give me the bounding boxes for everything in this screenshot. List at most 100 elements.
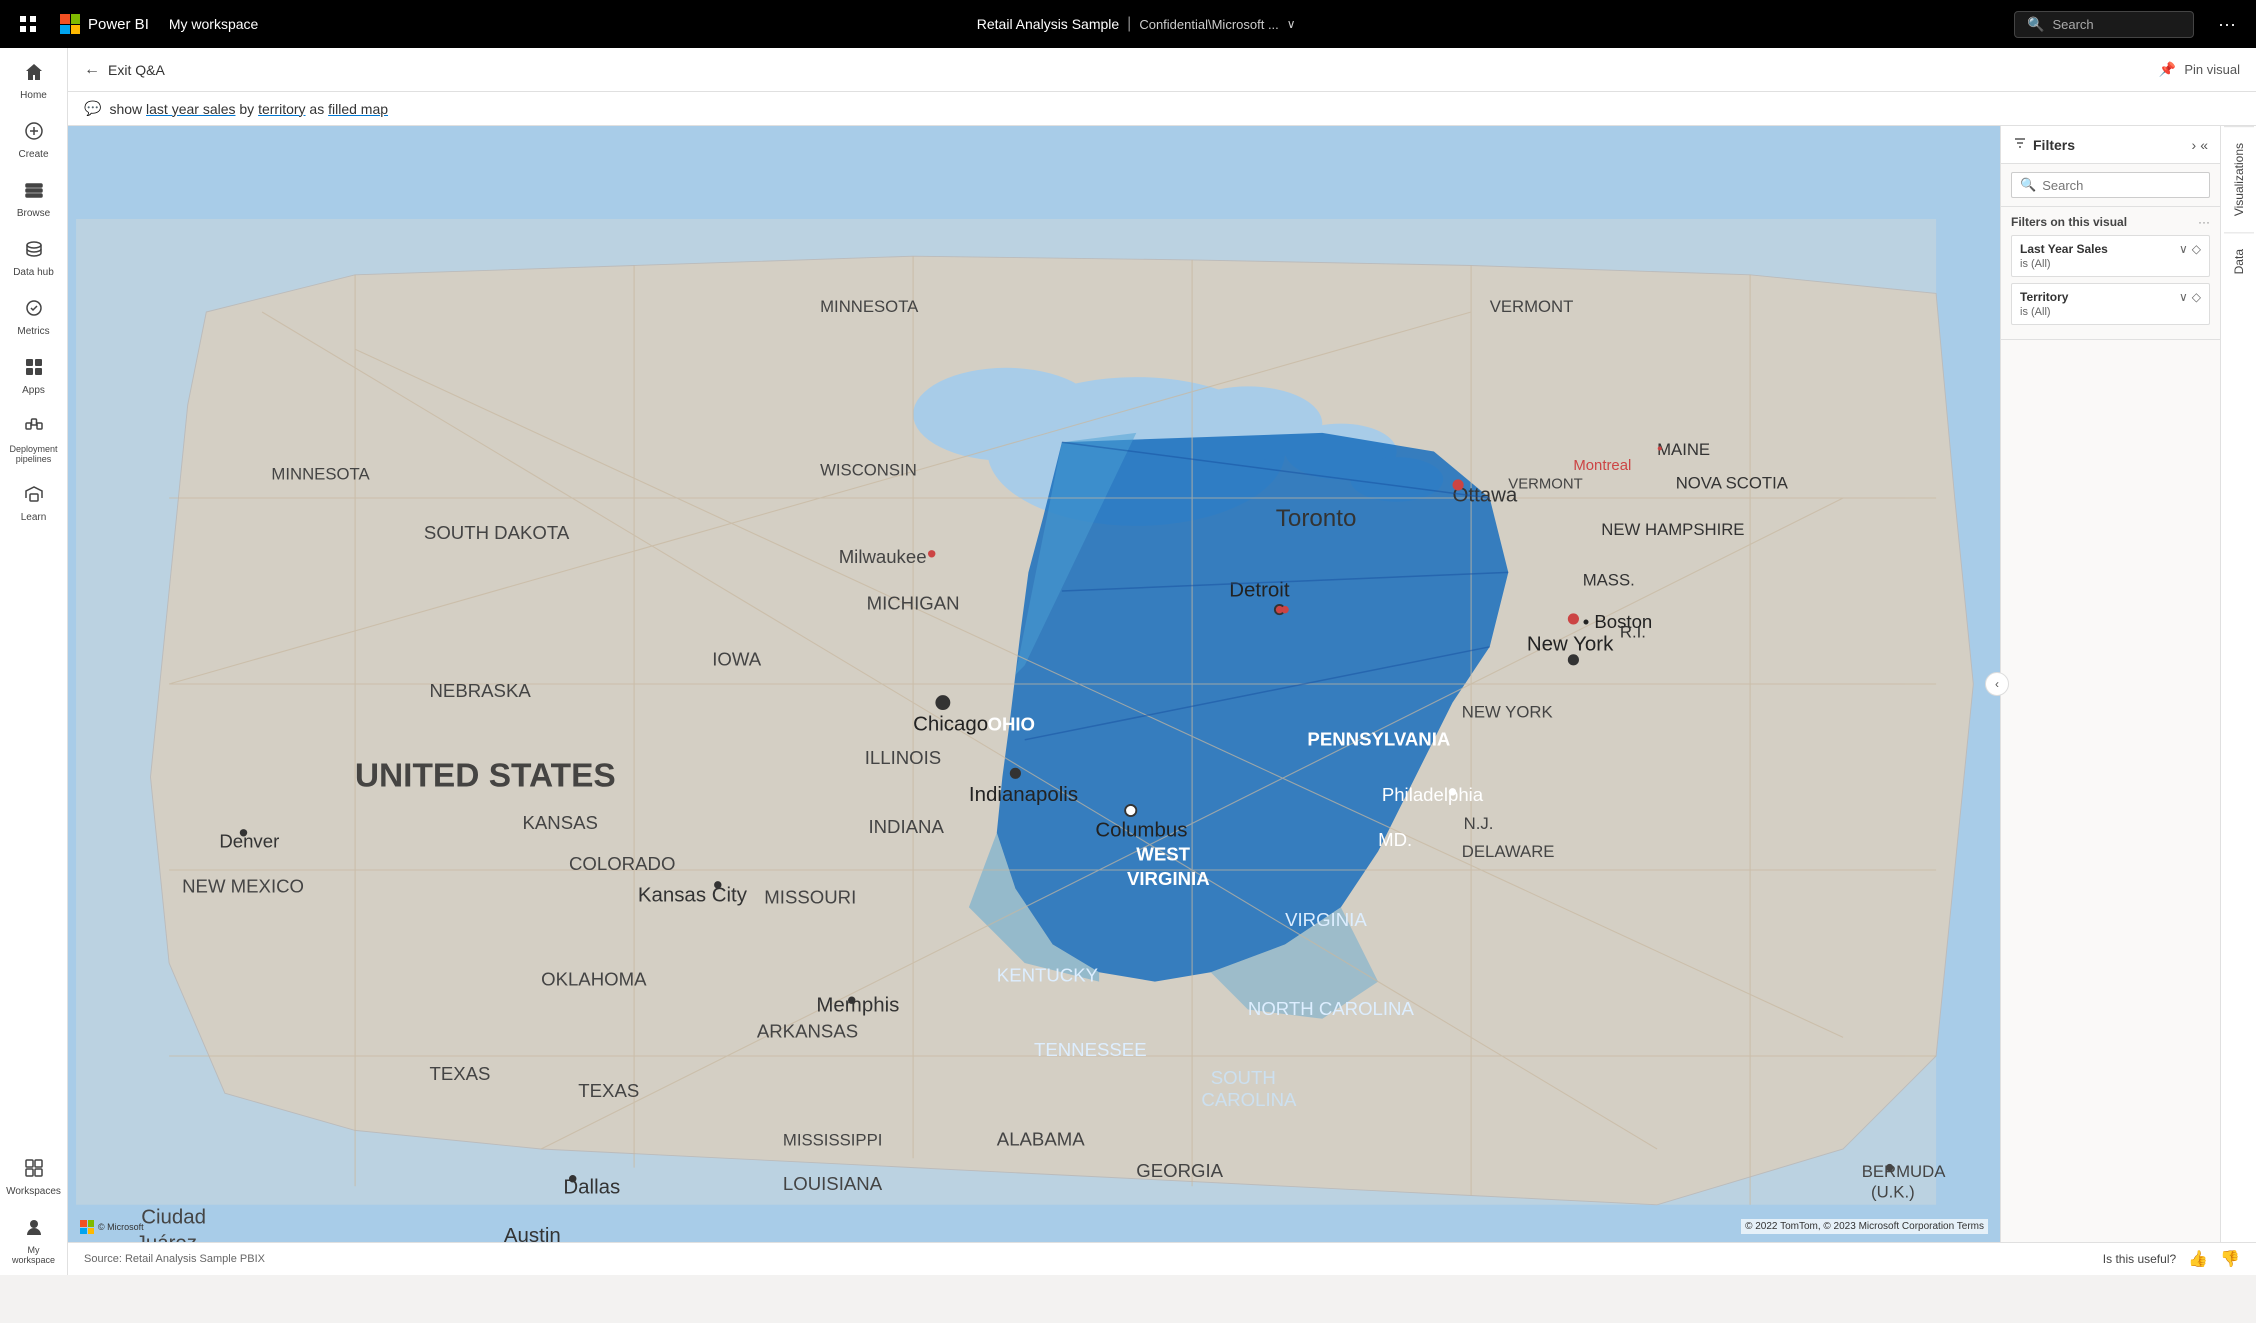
- sidebar-item-home[interactable]: Home: [0, 52, 67, 111]
- filter-edit-territory[interactable]: ◇: [2192, 290, 2201, 304]
- microsoft-logo: [60, 14, 80, 34]
- svg-text:R.I.: R.I.: [1620, 623, 1646, 642]
- visualizations-tab[interactable]: Visualizations: [2224, 126, 2254, 232]
- svg-text:(U.K.): (U.K.): [1871, 1182, 1915, 1201]
- sidebar-item-metrics[interactable]: Metrics: [0, 288, 67, 347]
- sidebar-item-label: Learn: [21, 512, 47, 523]
- panel-toggle[interactable]: ‹: [1985, 672, 2009, 696]
- svg-text:OKLAHOMA: OKLAHOMA: [541, 968, 647, 989]
- thumbs-up-button[interactable]: 👍: [2188, 1249, 2208, 1269]
- svg-text:MAINE: MAINE: [1657, 440, 1710, 459]
- map-copyright: © 2022 TomTom, © 2023 Microsoft Corporat…: [1741, 1219, 1988, 1234]
- thumbs-down-button[interactable]: 👎: [2220, 1249, 2240, 1269]
- source-text: Source: Retail Analysis Sample PBIX: [84, 1253, 265, 1265]
- more-button[interactable]: ···: [2210, 10, 2244, 39]
- svg-text:ARKANSAS: ARKANSAS: [757, 1020, 858, 1041]
- filter-chevron-territory[interactable]: ∨: [2179, 290, 2188, 304]
- topbar-search[interactable]: 🔍 Search: [2014, 11, 2194, 38]
- sidebar-item-label: Workspaces: [6, 1186, 61, 1197]
- topbar: Power BI My workspace Retail Analysis Sa…: [0, 0, 2256, 48]
- svg-text:NEW YORK: NEW YORK: [1462, 702, 1553, 721]
- sidebar-item-label: Browse: [17, 208, 50, 219]
- learn-icon: [24, 484, 44, 508]
- content-area: UNITED STATES Chicago Indianapolis Colum…: [68, 126, 2256, 1242]
- filters-section-more[interactable]: ···: [2198, 215, 2210, 229]
- search-label: Search: [2052, 17, 2093, 32]
- workspaces-icon: [24, 1158, 44, 1182]
- filters-search-box[interactable]: 🔍: [2011, 172, 2210, 198]
- map-svg: UNITED STATES Chicago Indianapolis Colum…: [68, 126, 2000, 1242]
- svg-text:WEST: WEST: [1136, 844, 1190, 865]
- filters-title: Filters: [2033, 137, 2075, 153]
- pin-label: Pin visual: [2184, 62, 2240, 77]
- svg-text:New York: New York: [1527, 633, 1614, 656]
- svg-text:Denver: Denver: [219, 831, 279, 852]
- filters-header: Filters › «: [2001, 126, 2220, 164]
- sidebar-item-label: Metrics: [17, 326, 49, 337]
- svg-text:GEORGIA: GEORGIA: [1136, 1160, 1223, 1181]
- svg-text:NEW HAMPSHIRE: NEW HAMPSHIRE: [1601, 520, 1744, 539]
- workspace-label[interactable]: My workspace: [169, 16, 258, 32]
- svg-text:IOWA: IOWA: [712, 648, 761, 669]
- svg-text:Milwaukee: Milwaukee: [839, 546, 927, 567]
- subheader: ← Exit Q&A 📌 Pin visual: [68, 48, 2256, 92]
- filters-search-container: 🔍: [2001, 164, 2220, 207]
- sidebar-item-browse[interactable]: Browse: [0, 170, 67, 229]
- subtitle-chevron[interactable]: ∨: [1287, 17, 1296, 31]
- svg-text:BERMUDA: BERMUDA: [1862, 1162, 1947, 1181]
- svg-text:UNITED STATES: UNITED STATES: [355, 757, 616, 794]
- filters-panel: ‹ Filters › « 🔍: [2000, 126, 2220, 1242]
- svg-text:Philadelphia: Philadelphia: [1382, 784, 1484, 805]
- waffle-menu[interactable]: [12, 8, 44, 40]
- sidebar-item-create[interactable]: Create: [0, 111, 67, 170]
- svg-text:CAROLINA: CAROLINA: [1201, 1089, 1297, 1110]
- svg-text:LOUISIANA: LOUISIANA: [783, 1173, 883, 1194]
- apps-icon: [24, 357, 44, 381]
- sidebar-item-workspaces[interactable]: Workspaces: [0, 1148, 67, 1207]
- sidebar-item-label: Myworkspace: [12, 1245, 55, 1265]
- main-content: ← Exit Q&A 📌 Pin visual 💬 show last year…: [68, 48, 2256, 1275]
- useful-text: Is this useful?: [2103, 1252, 2176, 1266]
- right-side-strip: Visualizations Data: [2220, 126, 2256, 1242]
- svg-text:TENNESSEE: TENNESSEE: [1034, 1039, 1147, 1060]
- sidebar-item-datahub[interactable]: Data hub: [0, 229, 67, 288]
- filter-edit-last-year-sales[interactable]: ◇: [2192, 242, 2201, 256]
- svg-text:ILLINOIS: ILLINOIS: [865, 747, 941, 768]
- sidebar-item-deployment[interactable]: Deploymentpipelines: [0, 406, 67, 474]
- svg-text:MINNESOTA: MINNESOTA: [820, 297, 919, 316]
- svg-text:PENNSYLVANIA: PENNSYLVANIA: [1307, 728, 1450, 749]
- svg-text:VERMONT: VERMONT: [1490, 297, 1574, 316]
- svg-text:N.J.: N.J.: [1464, 814, 1494, 833]
- svg-text:MICHIGAN: MICHIGAN: [867, 593, 960, 614]
- sidebar-item-myworkspace[interactable]: Myworkspace: [0, 1207, 67, 1275]
- svg-text:Indianapolis: Indianapolis: [969, 783, 1078, 806]
- sidebar-item-learn[interactable]: Learn: [0, 474, 67, 533]
- svg-text:NEW MEXICO: NEW MEXICO: [182, 875, 304, 896]
- qa-bar[interactable]: 💬 show last year sales by territory as f…: [68, 92, 2256, 126]
- pin-visual-button[interactable]: 📌 Pin visual: [2159, 61, 2240, 78]
- svg-text:NEBRASKA: NEBRASKA: [430, 680, 532, 701]
- back-button[interactable]: ←: [84, 61, 100, 79]
- myworkspace-icon: [24, 1217, 44, 1241]
- sidebar-item-apps[interactable]: Apps: [0, 347, 67, 406]
- sidebar-item-label: Apps: [22, 385, 45, 396]
- svg-text:Ciudad: Ciudad: [141, 1205, 206, 1228]
- filter-name-last-year-sales: Last Year Sales: [2020, 242, 2108, 256]
- svg-text:KENTUCKY: KENTUCKY: [997, 965, 1098, 986]
- map-container[interactable]: UNITED STATES Chicago Indianapolis Colum…: [68, 126, 2000, 1242]
- filters-expand[interactable]: ›: [2192, 137, 2197, 153]
- filter-chevron-last-year-sales[interactable]: ∨: [2179, 242, 2188, 256]
- filters-collapse[interactable]: «: [2200, 137, 2208, 153]
- filters-search-input[interactable]: [2042, 178, 2218, 193]
- data-tab[interactable]: Data: [2224, 232, 2254, 290]
- svg-text:TEXAS: TEXAS: [430, 1063, 491, 1084]
- app-name: Power BI: [88, 16, 149, 33]
- svg-text:Montreal: Montreal: [1573, 458, 1631, 474]
- filter-icon: [2013, 136, 2027, 153]
- map-logo: © Microsoft: [80, 1220, 144, 1234]
- svg-text:INDIANA: INDIANA: [868, 816, 944, 837]
- svg-text:•: •: [1657, 441, 1662, 457]
- metrics-icon: [24, 298, 44, 322]
- svg-text:TEXAS: TEXAS: [578, 1080, 639, 1101]
- qa-text: show last year sales by territory as fil…: [109, 101, 388, 117]
